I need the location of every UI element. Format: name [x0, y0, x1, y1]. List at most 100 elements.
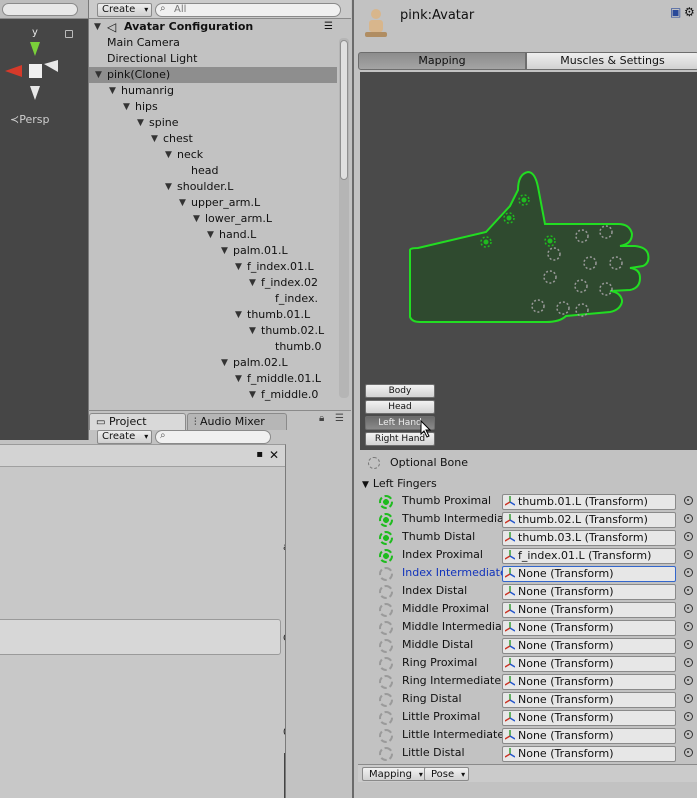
floating-side-button-1[interactable]: [285, 489, 286, 529]
head-view-button[interactable]: Head: [365, 400, 435, 414]
hierarchy-item[interactable]: ▼ f_middle.0: [89, 387, 337, 403]
left-fingers-foldout[interactable]: ▼ Left Fingers: [362, 477, 437, 490]
floating-input-field[interactable]: [0, 619, 281, 655]
bone-status-icon[interactable]: [379, 729, 393, 743]
expand-arrow-icon[interactable]: ▼: [221, 243, 231, 259]
tab-project[interactable]: ▭ Project: [89, 413, 186, 430]
expand-arrow-icon[interactable]: ▼: [235, 307, 245, 323]
bone-status-icon[interactable]: [379, 747, 393, 761]
bone-row[interactable]: Ring Distal None (Transform): [354, 690, 697, 708]
help-book-icon[interactable]: ▣: [670, 6, 682, 18]
object-picker-icon[interactable]: [684, 622, 693, 631]
object-picker-icon[interactable]: [684, 676, 693, 685]
bone-row[interactable]: Thumb Intermediate thumb.02.L (Transform): [354, 510, 697, 528]
transform-object-field[interactable]: None (Transform): [502, 620, 676, 636]
persp-label[interactable]: ≺Persp: [10, 113, 49, 126]
project-search-input[interactable]: [155, 430, 271, 444]
expand-arrow-icon[interactable]: ▼: [221, 355, 231, 371]
hierarchy-item[interactable]: ▼ thumb.01.L: [89, 307, 337, 323]
lock-icon[interactable]: [65, 30, 73, 38]
hierarchy-item[interactable]: ▼ f_index.02: [89, 275, 337, 291]
scene-search-input[interactable]: [2, 3, 78, 16]
bone-status-icon[interactable]: [379, 693, 393, 707]
expand-arrow-icon[interactable]: ▼: [95, 67, 105, 83]
gizmo-right-cone[interactable]: [44, 60, 58, 72]
expand-arrow-icon[interactable]: ▼: [207, 227, 217, 243]
object-picker-icon[interactable]: [684, 730, 693, 739]
hierarchy-item[interactable]: ▼ f_middle.01.L: [89, 371, 337, 387]
expand-arrow-icon[interactable]: ▼: [94, 19, 104, 35]
expand-arrow-icon[interactable]: ▼: [123, 99, 133, 115]
hierarchy-item[interactable]: ▼ upper_arm.L: [89, 195, 337, 211]
gizmo-y-cone[interactable]: [30, 42, 40, 56]
transform-object-field[interactable]: None (Transform): [502, 746, 676, 762]
bone-row[interactable]: Little Distal None (Transform): [354, 744, 697, 762]
hierarchy-item[interactable]: ▼ hips: [89, 99, 337, 115]
hierarchy-create-button[interactable]: Create: [97, 3, 153, 17]
hierarchy-item[interactable]: ▼ palm.01.L: [89, 243, 337, 259]
hierarchy-item[interactable]: ▼ palm.02.L: [89, 355, 337, 371]
hierarchy-item[interactable]: ▼ lower_arm.L: [89, 211, 337, 227]
transform-object-field[interactable]: f_index.01.L (Transform): [502, 548, 676, 564]
hierarchy-item[interactable]: ▼ humanrig: [89, 83, 337, 99]
bone-row[interactable]: Thumb Distal thumb.03.L (Transform): [354, 528, 697, 546]
hierarchy-item[interactable]: ▼ pink(Clone): [89, 67, 337, 83]
object-picker-icon[interactable]: [684, 496, 693, 505]
tab-muscles-settings[interactable]: Muscles & Settings: [526, 52, 697, 70]
expand-arrow-icon[interactable]: ▼: [235, 259, 245, 275]
expand-arrow-icon[interactable]: ▼: [179, 195, 189, 211]
bone-status-icon[interactable]: [379, 531, 393, 545]
scene-view[interactable]: y ≺Persp: [0, 0, 88, 440]
body-view-button[interactable]: Body: [365, 384, 435, 398]
bone-row[interactable]: Middle Proximal None (Transform): [354, 600, 697, 618]
bone-status-icon[interactable]: [379, 639, 393, 653]
bone-status-icon[interactable]: [379, 495, 393, 509]
bone-status-icon[interactable]: [379, 603, 393, 617]
transform-object-field[interactable]: None (Transform): [502, 566, 676, 582]
expand-arrow-icon[interactable]: ▼: [249, 323, 259, 339]
mapping-dropdown[interactable]: Mapping: [362, 767, 427, 781]
hierarchy-scrollbar-thumb[interactable]: [340, 40, 348, 180]
bone-status-icon[interactable]: [379, 585, 393, 599]
hierarchy-item[interactable]: ▼ f_index.01.L: [89, 259, 337, 275]
gizmo-x-cone[interactable]: [5, 65, 22, 77]
transform-object-field[interactable]: None (Transform): [502, 656, 676, 672]
hand-preview[interactable]: Body Head Left Hand Right Hand: [360, 72, 697, 450]
object-picker-icon[interactable]: [684, 586, 693, 595]
bone-status-icon[interactable]: [379, 513, 393, 527]
object-picker-icon[interactable]: [684, 640, 693, 649]
expand-arrow-icon[interactable]: ▼: [249, 387, 259, 403]
expand-arrow-icon[interactable]: ▼: [235, 371, 245, 387]
floating-side-button-2[interactable]: [285, 583, 286, 623]
hierarchy-search-input[interactable]: All: [155, 3, 341, 17]
hierarchy-item[interactable]: ▼ thumb.02.L: [89, 323, 337, 339]
close-icon[interactable]: ✕: [269, 448, 279, 462]
hierarchy-item[interactable]: head: [89, 163, 337, 179]
bone-row[interactable]: Index Proximal f_index.01.L (Transform): [354, 546, 697, 564]
transform-object-field[interactable]: None (Transform): [502, 692, 676, 708]
hierarchy-item[interactable]: ▼ chest: [89, 131, 337, 147]
transform-object-field[interactable]: thumb.02.L (Transform): [502, 512, 676, 528]
bone-status-icon[interactable]: [379, 657, 393, 671]
bone-status-icon[interactable]: [379, 711, 393, 725]
foldout-arrow-icon[interactable]: ▼: [362, 480, 369, 490]
pose-dropdown[interactable]: Pose: [424, 767, 470, 781]
project-create-button[interactable]: Create: [97, 430, 153, 444]
object-picker-icon[interactable]: [684, 568, 693, 577]
transform-object-field[interactable]: None (Transform): [502, 602, 676, 618]
hierarchy-item[interactable]: f_index.: [89, 291, 337, 307]
lock-icon[interactable]: 🔒︎: [319, 413, 324, 424]
hierarchy-item[interactable]: Directional Light: [89, 51, 337, 67]
menu-icon[interactable]: ☰: [335, 413, 344, 424]
bone-row[interactable]: Index Distal None (Transform): [354, 582, 697, 600]
expand-arrow-icon[interactable]: ▼: [109, 83, 119, 99]
object-picker-icon[interactable]: [684, 550, 693, 559]
expand-arrow-icon[interactable]: ▼: [193, 211, 203, 227]
transform-object-field[interactable]: thumb.03.L (Transform): [502, 530, 676, 546]
hierarchy-item[interactable]: Main Camera: [89, 35, 337, 51]
menu-icon[interactable]: ☰: [324, 19, 333, 35]
transform-object-field[interactable]: None (Transform): [502, 710, 676, 726]
object-picker-icon[interactable]: [684, 514, 693, 523]
window-menu-icon[interactable]: ▪: [256, 449, 263, 460]
object-picker-icon[interactable]: [684, 748, 693, 757]
